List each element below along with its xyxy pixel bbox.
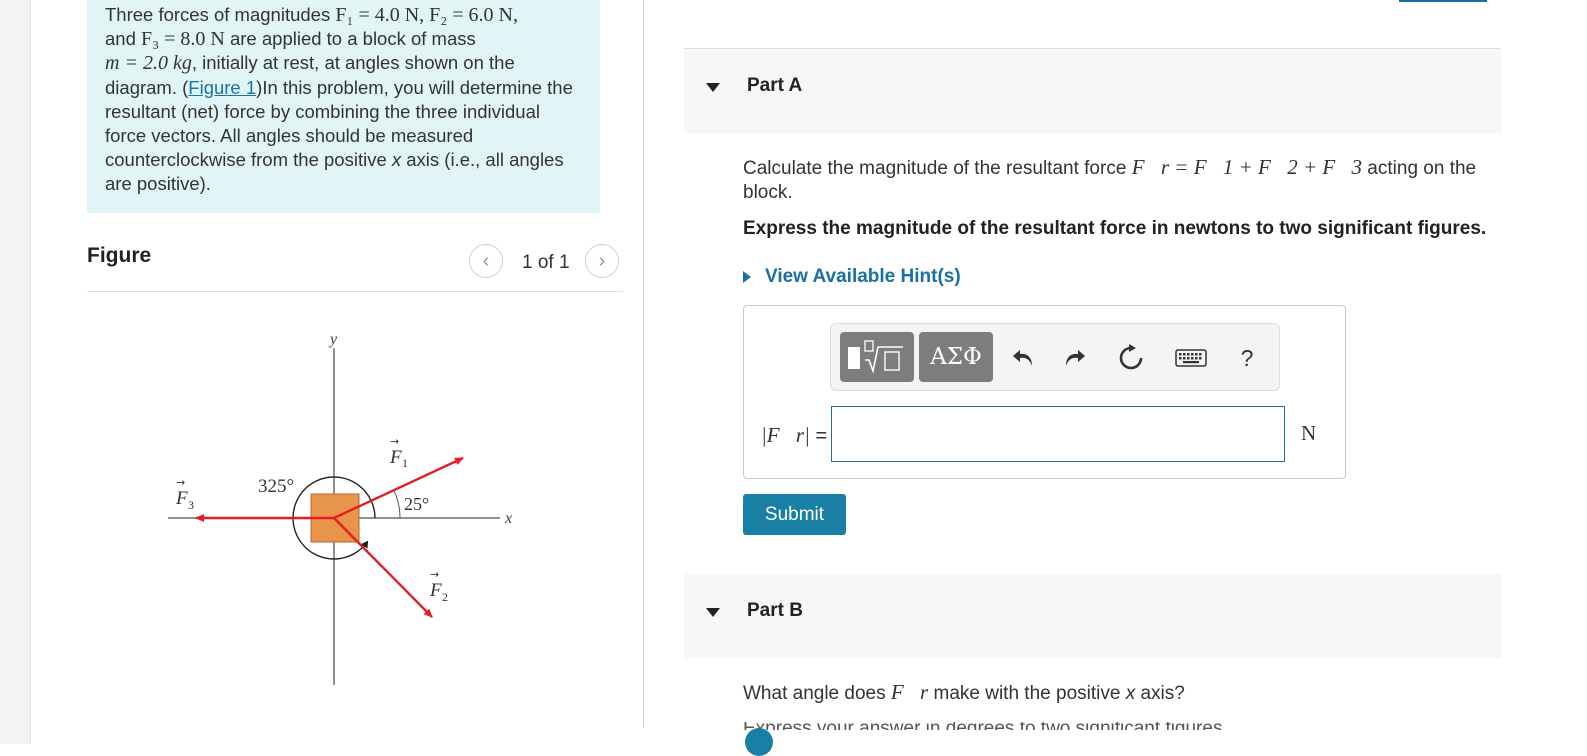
f2-arrow	[333, 517, 433, 618]
reset-icon	[1119, 344, 1143, 370]
redo-icon	[1066, 350, 1085, 366]
template-icon	[848, 340, 903, 374]
keyboard-button[interactable]	[1171, 342, 1211, 374]
part-b-instruction: Express your answer in degrees to two si…	[743, 722, 1273, 730]
answer-label-math: |F⃗r|	[761, 423, 810, 447]
axis-variable: x	[1125, 683, 1136, 704]
f3-subscript: 3	[188, 498, 194, 512]
top-tab-indicator	[1399, 0, 1487, 2]
view-hints-toggle[interactable]: View Available Hint(s)	[743, 264, 961, 290]
templates-button[interactable]	[840, 332, 914, 382]
problem-text: and	[105, 28, 142, 50]
answer-label-equals: =	[809, 425, 828, 447]
keyboard-icon	[1175, 349, 1207, 367]
f1-label: F	[389, 447, 402, 468]
f3-label: F	[175, 488, 188, 509]
question-text: What angle does	[743, 683, 891, 704]
f2-label: F	[429, 580, 442, 601]
redo-button[interactable]	[1059, 342, 1091, 374]
caret-down-icon	[706, 608, 720, 617]
figure-link[interactable]: Figure 1	[188, 77, 256, 98]
caret-right-icon	[743, 271, 751, 283]
x-axis-label: x	[504, 510, 512, 527]
question-text: make with the positive	[928, 683, 1126, 704]
question-text: Calculate the magnitude of the resultant…	[743, 158, 1132, 179]
angle-325-label: 325°	[258, 476, 294, 497]
axis-variable: x	[391, 149, 402, 171]
greek-symbols-button[interactable]: ΑΣΦ	[919, 332, 993, 382]
question-text: axis?	[1135, 683, 1185, 704]
chevron-left-icon: ‹	[482, 249, 490, 272]
left-rail	[0, 0, 31, 744]
next-figure-button[interactable]: ›	[585, 244, 619, 278]
undo-button[interactable]	[1007, 342, 1039, 374]
part-a-header[interactable]: Part A	[684, 49, 1501, 133]
f3-equation: F₃ = 8.0 N	[141, 28, 225, 51]
problem-separator: ,	[513, 4, 518, 26]
f2-subscript: 2	[442, 590, 448, 604]
part-b-question: What angle does F⃗r make with the positi…	[743, 680, 1483, 706]
force-diagram: y x 325° 25° → F 1 → F 2 → F 3	[168, 331, 512, 685]
panel-divider[interactable]	[643, 0, 644, 728]
figure-pager-text: 1 of 1	[522, 252, 570, 273]
view-hints-label: View Available Hint(s)	[765, 266, 961, 287]
angle-25-arc	[393, 489, 401, 519]
part-b-instruction-text: Express your answer in degrees to two si…	[743, 722, 1273, 730]
answer-box: ΑΣΦ ? |F⃗r| = N	[743, 305, 1346, 479]
f1-equation: F₁ = 4.0 N	[335, 4, 420, 26]
f1-subscript: 1	[402, 456, 408, 470]
help-button[interactable]: ?	[1231, 342, 1263, 374]
part-a-question: Calculate the magnitude of the resultant…	[743, 155, 1483, 205]
chevron-right-icon: ›	[598, 249, 606, 272]
part-a-instruction: Express the magnitude of the resultant f…	[743, 218, 1487, 239]
caret-down-icon	[706, 83, 720, 92]
figure-title: Figure	[87, 244, 152, 267]
problem-text: Three forces of magnitudes	[105, 4, 336, 25]
previous-figure-button[interactable]: ‹	[469, 244, 503, 278]
f2-equation: F₂ = 6.0 N	[429, 4, 513, 26]
mass-equation: m = 2.0 kg	[105, 52, 192, 75]
problem-separator: ,	[419, 4, 430, 26]
problem-statement: Three forces of magnitudes F₁ = 4.0 N, F…	[87, 0, 600, 213]
resultant-force-symbol: F⃗r	[890, 680, 929, 704]
y-axis-label: y	[328, 331, 338, 348]
figure-header: Figure ‹ 1 of 1 ›	[87, 238, 623, 292]
resultant-force-equation: F⃗r = F⃗1 + F⃗2 + F⃗3	[1131, 155, 1363, 179]
problem-text: are applied to a block of mass	[224, 28, 476, 50]
part-b-label: Part B	[747, 600, 803, 621]
feedback-button[interactable]	[745, 728, 773, 756]
part-a-label: Part A	[747, 75, 803, 96]
submit-button[interactable]: Submit	[743, 494, 846, 535]
answer-label: |F⃗r| =	[761, 423, 827, 448]
part-b-header[interactable]: Part B	[684, 574, 1501, 658]
angle-25-label: 25°	[404, 494, 429, 514]
math-toolbar: ΑΣΦ ?	[830, 323, 1280, 391]
answer-unit: N	[1301, 421, 1317, 445]
answer-input[interactable]	[831, 406, 1285, 462]
reset-button[interactable]	[1115, 342, 1147, 374]
undo-icon	[1013, 350, 1032, 366]
